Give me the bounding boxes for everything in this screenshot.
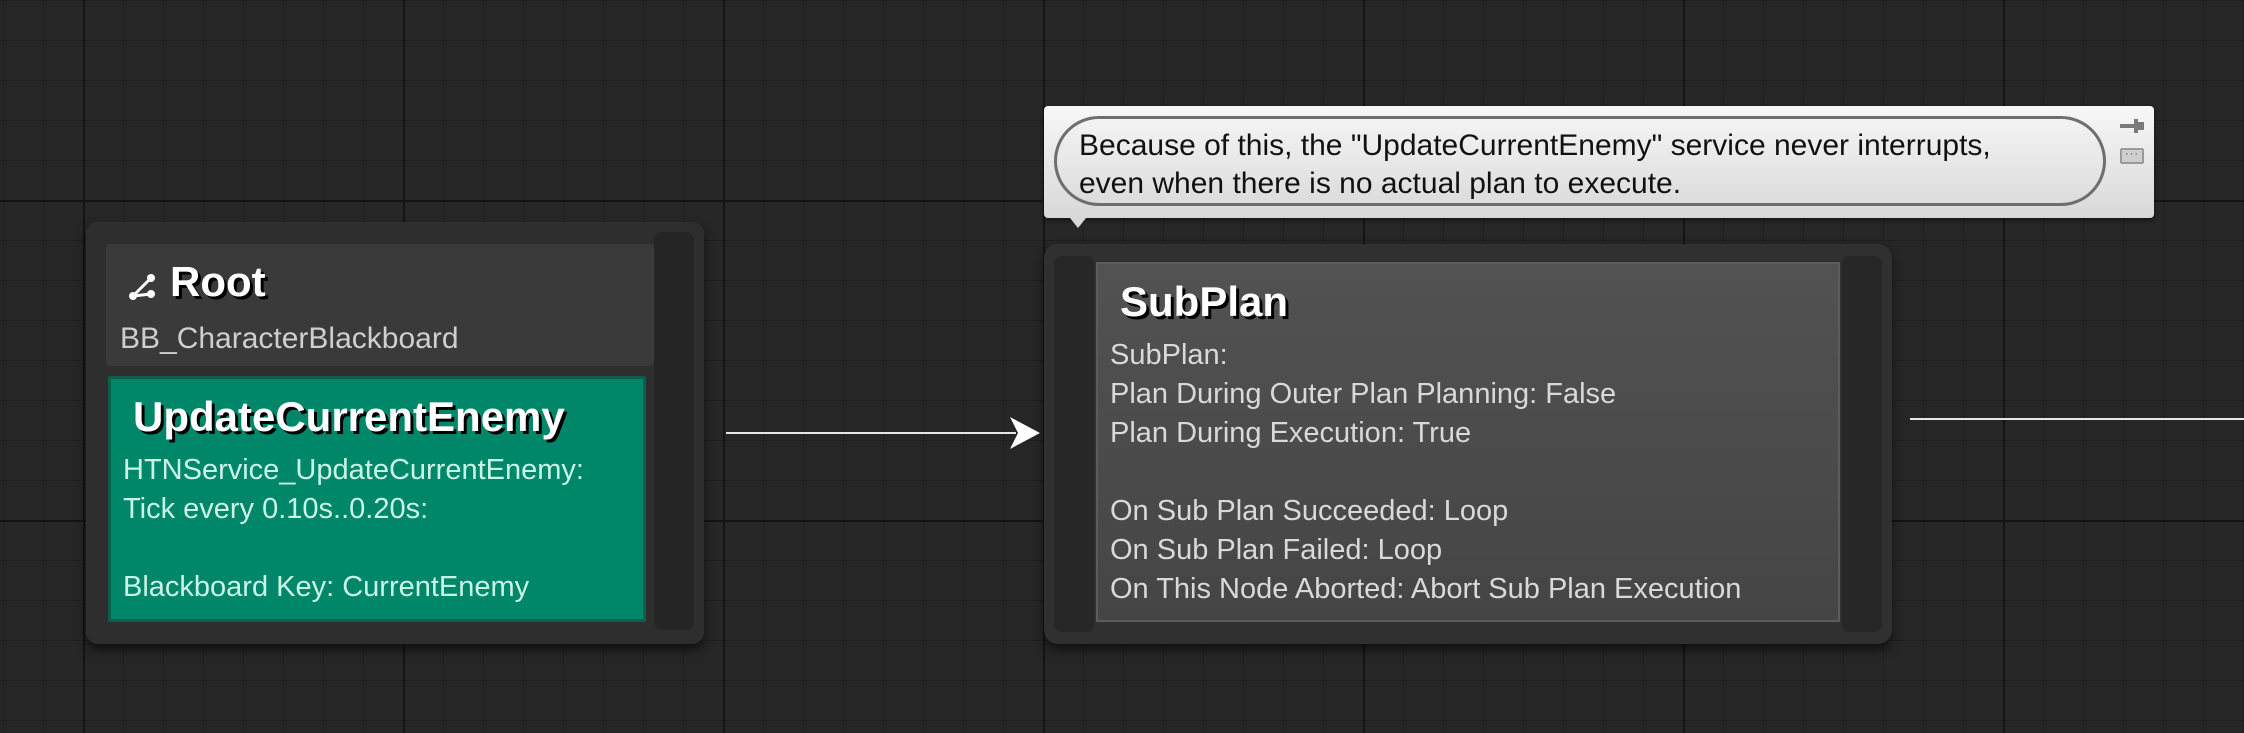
service-title: UpdateCurrentEnemy: [133, 393, 565, 440]
subplan-output-pin[interactable]: [1842, 256, 1882, 632]
subplan-line: On This Node Aborted: Abort Sub Plan Exe…: [1110, 573, 1742, 605]
subplan-line: SubPlan:: [1110, 339, 1228, 371]
subplan-input-pin[interactable]: [1054, 256, 1094, 632]
comment-pointer: [1070, 218, 1086, 228]
subplan-line: [1110, 453, 1741, 492]
comment-frame: Because of this, the "UpdateCurrentEnemy…: [1054, 116, 2106, 206]
service-line: HTNService_UpdateCurrentEnemy:: [123, 454, 584, 486]
service-line: [123, 529, 584, 568]
root-node-blackboard: BB_CharacterBlackboard: [120, 322, 459, 355]
service-line: Blackboard Key: CurrentEnemy: [123, 571, 530, 603]
subplan-node-body: SubPlan SubPlan: Plan During Outer Plan P…: [1096, 262, 1840, 622]
service-line: Tick every 0.10s..0.20s:: [123, 493, 429, 525]
subplan-details: SubPlan: Plan During Outer Plan Planning:…: [1110, 336, 1741, 609]
comment-line: even when there is no actual plan to exe…: [1079, 167, 1682, 200]
subplan-node[interactable]: SubPlan SubPlan: Plan During Outer Plan P…: [1044, 244, 1892, 644]
root-node[interactable]: Root BB_CharacterBlackboard UpdateCurren…: [86, 222, 704, 644]
root-node-title: Root: [170, 258, 266, 305]
comment-line: Because of this, the "UpdateCurrentEnemy…: [1079, 129, 1991, 162]
root-output-pin[interactable]: [654, 232, 694, 630]
pin-icon[interactable]: [2118, 116, 2146, 136]
root-icon: [129, 274, 155, 300]
subplan-line: On Sub Plan Succeeded: Loop: [1110, 495, 1509, 527]
service-update-current-enemy[interactable]: UpdateCurrentEnemy HTNService_UpdateCurr…: [108, 376, 646, 622]
graph-canvas[interactable]: Root BB_CharacterBlackboard UpdateCurren…: [0, 0, 2244, 733]
wire-arrowhead: [1010, 417, 1040, 449]
comment-text: Because of this, the "UpdateCurrentEnemy…: [1079, 127, 1991, 203]
more-icon[interactable]: ···: [2120, 148, 2144, 164]
service-details: HTNService_UpdateCurrentEnemy: Tick every…: [123, 451, 584, 607]
subplan-line: On Sub Plan Failed: Loop: [1110, 534, 1443, 566]
comment-bubble[interactable]: Because of this, the "UpdateCurrentEnemy…: [1044, 106, 2154, 228]
root-node-header: Root BB_CharacterBlackboard: [106, 244, 654, 366]
subplan-node-title: SubPlan: [1120, 278, 1289, 325]
subplan-line: Plan During Execution: True: [1110, 417, 1472, 449]
subplan-line: Plan During Outer Plan Planning: False: [1110, 378, 1617, 410]
